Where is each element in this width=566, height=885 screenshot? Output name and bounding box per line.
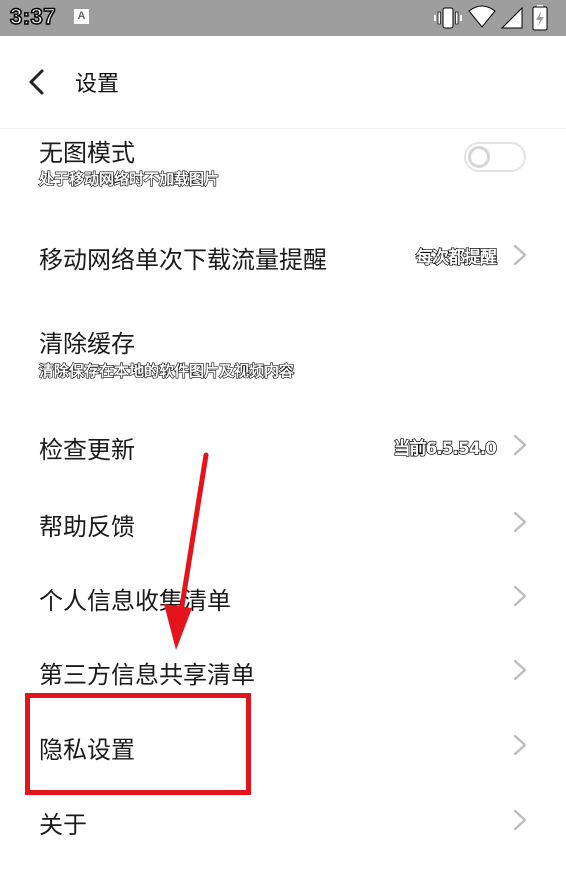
- setting-title: 无图模式: [39, 139, 135, 167]
- chevron-left-icon[interactable]: [22, 67, 52, 97]
- setting-row-clear-cache[interactable]: 清除缓存 清除保存在本地的软件图片及视频内容: [0, 316, 566, 394]
- setting-subtitle: 处于移动网络时不加载图片: [38, 169, 220, 188]
- status-time: 3:37: [9, 3, 57, 30]
- chevron-right-icon: [513, 511, 527, 533]
- setting-row-help-feedback[interactable]: 帮助反馈: [0, 488, 566, 558]
- chevron-right-icon: [513, 659, 527, 681]
- vibrate-icon: [434, 7, 462, 29]
- signal-icon: [500, 6, 523, 29]
- notification-icon: A: [74, 9, 89, 24]
- setting-row-check-update[interactable]: 检查更新 当前6.5.54.0: [0, 410, 566, 482]
- setting-title: 帮助反馈: [39, 513, 135, 541]
- setting-row-personal-info-list[interactable]: 个人信息收集清单: [0, 562, 566, 632]
- setting-title: 关于: [39, 811, 87, 839]
- setting-value: 每次都提醒: [415, 247, 497, 268]
- chevron-right-icon: [513, 734, 527, 756]
- wifi-icon: [468, 5, 496, 28]
- no-image-toggle[interactable]: [464, 142, 526, 172]
- chevron-right-icon: [513, 809, 527, 831]
- toggle-knob: [468, 146, 490, 168]
- battery-charging-icon: [532, 5, 548, 31]
- setting-row-data-reminder[interactable]: 移动网络单次下载流量提醒 每次都提醒: [0, 218, 566, 294]
- setting-title: 第三方信息共享清单: [39, 661, 255, 689]
- setting-row-about[interactable]: 关于: [0, 786, 566, 856]
- setting-row-no-image-mode[interactable]: 无图模式 处于移动网络时不加载图片: [0, 128, 566, 206]
- chevron-right-icon: [513, 585, 527, 607]
- status-bar: 3:37 A: [0, 0, 566, 36]
- page-title: 设置: [75, 72, 120, 97]
- setting-subtitle: 清除保存在本地的软件图片及视频内容: [38, 361, 295, 380]
- setting-value: 当前6.5.54.0: [393, 438, 498, 459]
- setting-title: 检查更新: [39, 436, 135, 464]
- app-header: 设置: [0, 36, 566, 129]
- highlight-box: [25, 693, 251, 795]
- chevron-right-icon: [513, 434, 527, 456]
- setting-title: 个人信息收集清单: [39, 587, 231, 615]
- setting-title: 移动网络单次下载流量提醒: [39, 246, 327, 274]
- setting-title: 清除缓存: [39, 330, 135, 358]
- chevron-right-icon: [513, 244, 527, 266]
